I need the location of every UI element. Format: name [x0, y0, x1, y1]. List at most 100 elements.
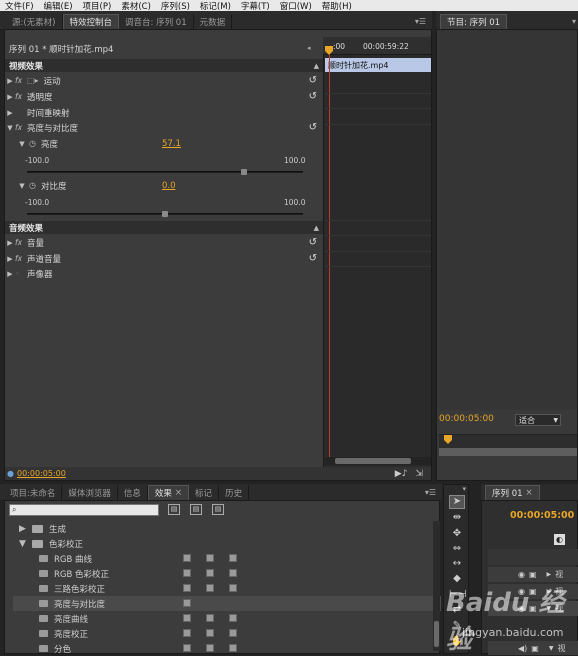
- expand-triangle-icon[interactable]: ▶: [5, 255, 15, 263]
- collapse-triangle-icon[interactable]: ▼: [17, 140, 27, 148]
- tab-markers[interactable]: 标记: [189, 485, 220, 500]
- param-brightness[interactable]: ▼ ◷ 亮度 57.1: [5, 136, 323, 151]
- panel-menu-icon[interactable]: ▾☰: [425, 485, 442, 500]
- effect-folder[interactable]: ▶ 生成: [13, 521, 441, 536]
- eye-icon[interactable]: ◉: [518, 570, 525, 579]
- tab-program[interactable]: 节目: 序列 01: [440, 14, 508, 29]
- reset-icon[interactable]: ↺: [309, 91, 317, 102]
- reset-icon[interactable]: ↺: [309, 75, 317, 86]
- effect-opacity[interactable]: ▶ fx 透明度 ↺: [5, 89, 323, 104]
- effect-timeline[interactable]: [323, 37, 431, 477]
- close-icon[interactable]: ×: [526, 488, 533, 498]
- rate-stretch-tool-icon[interactable]: ↔: [449, 558, 465, 572]
- ripple-edit-tool-icon[interactable]: ✥: [449, 528, 465, 542]
- tab-effects[interactable]: 效果 ×: [147, 485, 190, 500]
- effect-folder[interactable]: ▼ 色彩校正: [13, 536, 441, 551]
- lock-icon[interactable]: ▣: [529, 570, 537, 579]
- effect-item[interactable]: 亮度与对比度: [13, 596, 441, 611]
- stopwatch-icon[interactable]: ◷: [29, 181, 36, 190]
- effect-channel-volume[interactable]: ▶ fx 声道音量 ↺: [5, 251, 323, 266]
- menu-window[interactable]: 窗口(W): [275, 0, 317, 12]
- effect-timecode[interactable]: 00:00:05:00: [17, 469, 66, 478]
- expand-triangle-icon[interactable]: ▶: [19, 524, 32, 534]
- play-audio-icon[interactable]: ▶♪: [395, 469, 408, 479]
- effect-item[interactable]: RGB 色彩校正: [13, 566, 441, 581]
- contrast-value[interactable]: 0.0: [162, 181, 176, 191]
- selection-tool-icon[interactable]: ➤: [449, 495, 465, 509]
- rolling-edit-tool-icon[interactable]: ⇔: [449, 543, 465, 557]
- tab-audio-mixer[interactable]: 调音台: 序列 01: [119, 14, 194, 29]
- effect-motion[interactable]: ▶ fx ⬚▸ 运动 ↺: [5, 73, 323, 88]
- track-select-tool-icon[interactable]: ⇹: [449, 512, 465, 526]
- tab-history[interactable]: 历史: [219, 485, 250, 500]
- scroll-up-icon[interactable]: ▲: [314, 224, 323, 232]
- expand-triangle-icon[interactable]: ▶: [547, 571, 552, 578]
- expand-triangle-icon[interactable]: ▶: [5, 109, 15, 117]
- brightness-slider[interactable]: [27, 169, 303, 175]
- menu-marker[interactable]: 标记(M): [195, 0, 236, 12]
- tab-metadata[interactable]: 元数据: [194, 14, 233, 29]
- panel-menu-icon[interactable]: ▾: [444, 485, 468, 493]
- fx-badge-icon[interactable]: fx: [15, 254, 27, 263]
- menu-file[interactable]: 文件(F): [0, 0, 39, 12]
- sequence-timecode[interactable]: 00:00:05:00: [510, 510, 574, 521]
- reset-icon[interactable]: ↺: [309, 122, 317, 133]
- effect-time-remap[interactable]: ▶ 时间重映射: [5, 105, 323, 120]
- program-timecode[interactable]: 00:00:05:00: [439, 414, 494, 424]
- scrollbar-thumb[interactable]: [434, 621, 439, 647]
- slider-thumb[interactable]: [240, 169, 247, 175]
- effect-volume[interactable]: ▶ fx 音量 ↺: [5, 235, 323, 250]
- 32bit-filter-icon[interactable]: ▤: [190, 504, 202, 515]
- menu-help[interactable]: 帮助(H): [317, 0, 357, 12]
- tab-media-browser[interactable]: 媒体浏览器: [62, 485, 118, 500]
- panel-menu-icon[interactable]: ▾: [572, 14, 578, 29]
- brightness-value[interactable]: 57.1: [162, 139, 181, 149]
- expand-triangle-icon[interactable]: ▶: [5, 93, 15, 101]
- effects-search-input[interactable]: ⌕: [9, 504, 159, 516]
- tab-sequence[interactable]: 序列 01 ×: [485, 485, 540, 500]
- effects-scrollbar[interactable]: [433, 521, 440, 651]
- effect-brightness-contrast[interactable]: ▼ fx 亮度与对比度 ↺: [5, 120, 323, 135]
- param-contrast[interactable]: ▼ ◷ 对比度 0.0: [5, 178, 323, 193]
- snap-icon[interactable]: ◐: [554, 534, 565, 545]
- clip-bar[interactable]: 顺时针加花.mp4: [325, 58, 431, 72]
- tab-project[interactable]: 项目:未命名: [4, 485, 63, 500]
- menu-title[interactable]: 字幕(T): [236, 0, 275, 12]
- expand-triangle-icon[interactable]: ▶: [5, 239, 15, 247]
- effect-item[interactable]: 三路色彩校正: [13, 581, 441, 596]
- export-icon[interactable]: ⇲: [415, 469, 423, 479]
- effect-panner[interactable]: ▶ ◦ 声像器: [5, 266, 323, 281]
- menu-edit[interactable]: 编辑(E): [39, 0, 78, 12]
- reset-icon[interactable]: ↺: [309, 253, 317, 264]
- scrollbar-thumb[interactable]: [335, 458, 411, 464]
- accelerated-filter-icon[interactable]: ▤: [168, 504, 180, 515]
- collapse-triangle-icon[interactable]: ▼: [5, 124, 15, 132]
- tab-effect-controls[interactable]: 特效控制台: [62, 14, 120, 29]
- close-icon[interactable]: ×: [175, 488, 182, 498]
- slider-thumb[interactable]: [162, 211, 168, 217]
- fx-badge-icon[interactable]: fx: [15, 92, 27, 101]
- reset-icon[interactable]: ↺: [309, 237, 317, 248]
- program-zoom-bar[interactable]: [439, 448, 577, 456]
- effect-item[interactable]: 亮度校正: [13, 626, 441, 641]
- program-ruler[interactable]: [439, 434, 577, 448]
- fx-badge-icon[interactable]: fx: [15, 76, 27, 85]
- collapse-arrow-icon[interactable]: ◂: [307, 44, 311, 52]
- panel-menu-icon[interactable]: ▾☰: [415, 14, 432, 29]
- menu-project[interactable]: 项目(P): [78, 0, 117, 12]
- expand-triangle-icon[interactable]: ▶: [5, 77, 15, 85]
- scroll-up-icon[interactable]: ▲: [314, 62, 323, 70]
- collapse-triangle-icon[interactable]: ▼: [19, 539, 32, 549]
- tab-info[interactable]: 信息: [118, 485, 148, 500]
- effect-item[interactable]: 亮度曲线: [13, 611, 441, 626]
- timeline-scrollbar[interactable]: [325, 457, 431, 465]
- menu-clip[interactable]: 素材(C): [116, 0, 156, 12]
- stopwatch-icon[interactable]: ◷: [29, 139, 36, 148]
- collapse-triangle-icon[interactable]: ▼: [17, 182, 27, 190]
- program-video-area[interactable]: [439, 30, 577, 410]
- expand-triangle-icon[interactable]: ▶: [5, 270, 15, 278]
- yuv-filter-icon[interactable]: ▤: [212, 504, 224, 515]
- menu-sequence[interactable]: 序列(S): [156, 0, 195, 12]
- tab-source[interactable]: 源:(无素材): [6, 14, 63, 29]
- fit-dropdown[interactable]: 适合 ▼: [515, 414, 561, 426]
